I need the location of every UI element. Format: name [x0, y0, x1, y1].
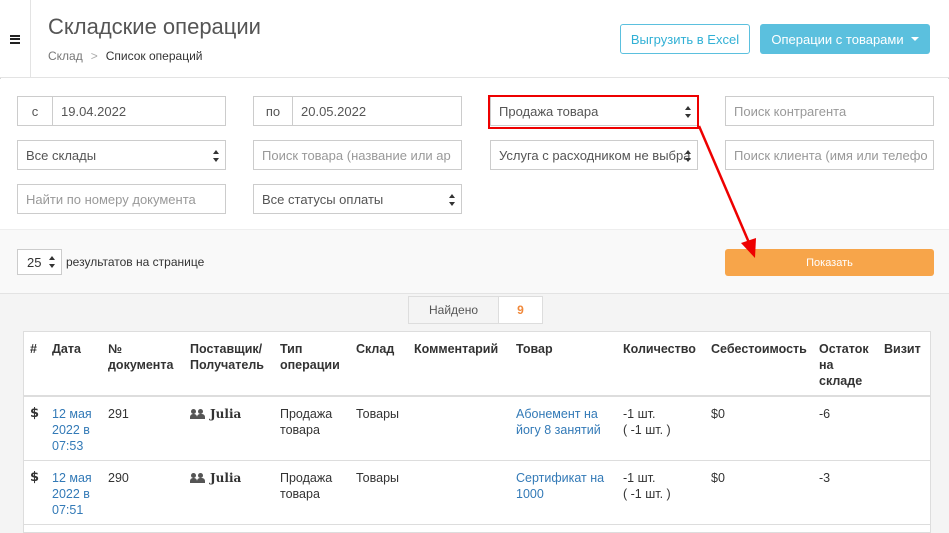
menu-toggle-button[interactable] [0, 0, 31, 78]
breadcrumb-current: Список операций [105, 49, 203, 63]
party-cell: Julia [184, 460, 274, 525]
product-link[interactable]: Абонемент на йогу 8 занятий [510, 396, 617, 461]
col-header: Склад [350, 332, 408, 397]
document-number-input[interactable]: Найти по номеру документа [17, 184, 226, 214]
date-to-input[interactable]: 20.05.2022 [292, 96, 462, 126]
pagination-bar: 25 результатов на странице Показать [0, 229, 949, 294]
found-label: Найдено [409, 297, 499, 323]
col-header: Визит [878, 332, 930, 397]
visit-cell [878, 460, 930, 525]
stock-cell: -6 [813, 396, 878, 461]
party-name[interactable]: Julia [210, 470, 241, 486]
warehouse-select[interactable]: Все склады [17, 140, 226, 170]
client-search-input[interactable]: Поиск клиента (имя или телефо [725, 140, 934, 170]
quantity-sub: ( -1 шт. ) [623, 487, 671, 501]
col-header: Комментарий [408, 332, 510, 397]
quantity-sub: ( -1 шт. ) [623, 423, 671, 437]
select-arrows-icon [213, 150, 220, 162]
col-header: Количество [617, 332, 705, 397]
quantity-cell: -1 шт. ( -1 шт. ) [617, 396, 705, 461]
caret-down-icon [910, 37, 919, 41]
service-select[interactable]: Услуга с расходником не выбра [490, 140, 698, 170]
visit-cell [878, 396, 930, 461]
filters-panel: с 19.04.2022 по 20.05.2022 Продажа товар… [0, 79, 949, 229]
col-header: Себестоимость [705, 332, 813, 397]
col-header: Тип операции [274, 332, 350, 397]
cost-cell: $0 [705, 396, 813, 461]
per-page-label: результатов на странице [66, 255, 205, 269]
cost-cell: $0 [705, 460, 813, 525]
table-row[interactable]: $ 12 мая 2022 в 07:51 290 Julia Продажа … [24, 460, 930, 525]
operation-type: Продажа товара [274, 396, 350, 461]
product-search-input[interactable]: Поиск товара (название или ар [253, 140, 462, 170]
select-arrows-icon [49, 256, 56, 268]
service-value: Услуга с расходником не выбра [499, 147, 691, 163]
per-page-select[interactable]: 25 [17, 249, 62, 275]
quantity-value: -1 шт. [623, 407, 656, 421]
operations-dropdown-button[interactable]: Операции с товарами [760, 24, 930, 54]
party-name[interactable]: Julia [210, 406, 241, 422]
col-header: Товар [510, 332, 617, 397]
operations-table: # Дата № документа Поставщик/ Получатель… [23, 331, 931, 533]
found-count: 9 [499, 297, 542, 323]
per-page-value: 25 [27, 254, 42, 270]
date-from-input[interactable]: 19.04.2022 [52, 96, 226, 126]
breadcrumb: Склад > Список операций [48, 49, 202, 63]
dollar-icon: $ [24, 396, 46, 461]
comment-cell [408, 460, 510, 525]
product-link[interactable]: Сертификат на 1000 [510, 460, 617, 525]
payment-status-value: Все статусы оплаты [262, 191, 384, 207]
col-header: Поставщик/ Получатель [184, 332, 274, 397]
users-icon [190, 473, 206, 483]
payment-status-select[interactable]: Все статусы оплаты [253, 184, 462, 214]
col-header: Остаток на складе [813, 332, 878, 397]
users-icon [190, 409, 206, 419]
date-link[interactable]: 12 мая 2022 в 07:51 [46, 460, 102, 525]
comment-cell [408, 396, 510, 461]
doc-number: 291 [102, 396, 184, 461]
page-title: Складские операции [48, 14, 261, 39]
quantity-cell: -1 шт. ( -1 шт. ) [617, 460, 705, 525]
breadcrumb-parent[interactable]: Склад [48, 49, 83, 63]
page-header: Складские операции Склад > Список операц… [0, 0, 949, 78]
counterparty-search-input[interactable]: Поиск контрагента [725, 96, 934, 126]
breadcrumb-separator: > [90, 49, 98, 63]
stock-cell: -3 [813, 460, 878, 525]
show-button[interactable]: Показать [725, 249, 934, 276]
col-header: № документа [102, 332, 184, 397]
select-arrows-icon [685, 150, 692, 162]
hamburger-icon [10, 34, 20, 44]
date-from-addon: с [17, 96, 53, 126]
warehouse-value: Все склады [26, 147, 97, 163]
col-header: # [24, 332, 46, 397]
table-header-row: # Дата № документа Поставщик/ Получатель… [24, 332, 930, 397]
select-arrows-icon [449, 194, 456, 206]
party-cell: Julia [184, 396, 274, 461]
annotation-highlight-box [488, 95, 699, 129]
export-excel-button[interactable]: Выгрузить в Excel [620, 24, 750, 54]
operations-button-label: Операции с товарами [771, 31, 904, 47]
date-to-addon: по [253, 96, 293, 126]
table-row[interactable]: $ 12 мая 2022 в 07:53 291 Julia Продажа … [24, 396, 930, 461]
warehouse-cell: Товары [350, 396, 408, 461]
operation-type: Продажа товара [274, 460, 350, 525]
results-panel: Найдено 9 # Дата № документа Поставщик/ … [0, 294, 949, 533]
quantity-value: -1 шт. [623, 471, 656, 485]
doc-number: 290 [102, 460, 184, 525]
warehouse-cell: Товары [350, 460, 408, 525]
date-link[interactable]: 12 мая 2022 в 07:53 [46, 396, 102, 461]
col-header[interactable]: Дата [46, 332, 102, 397]
found-counter: Найдено 9 [408, 296, 543, 324]
dollar-icon: $ [24, 460, 46, 525]
